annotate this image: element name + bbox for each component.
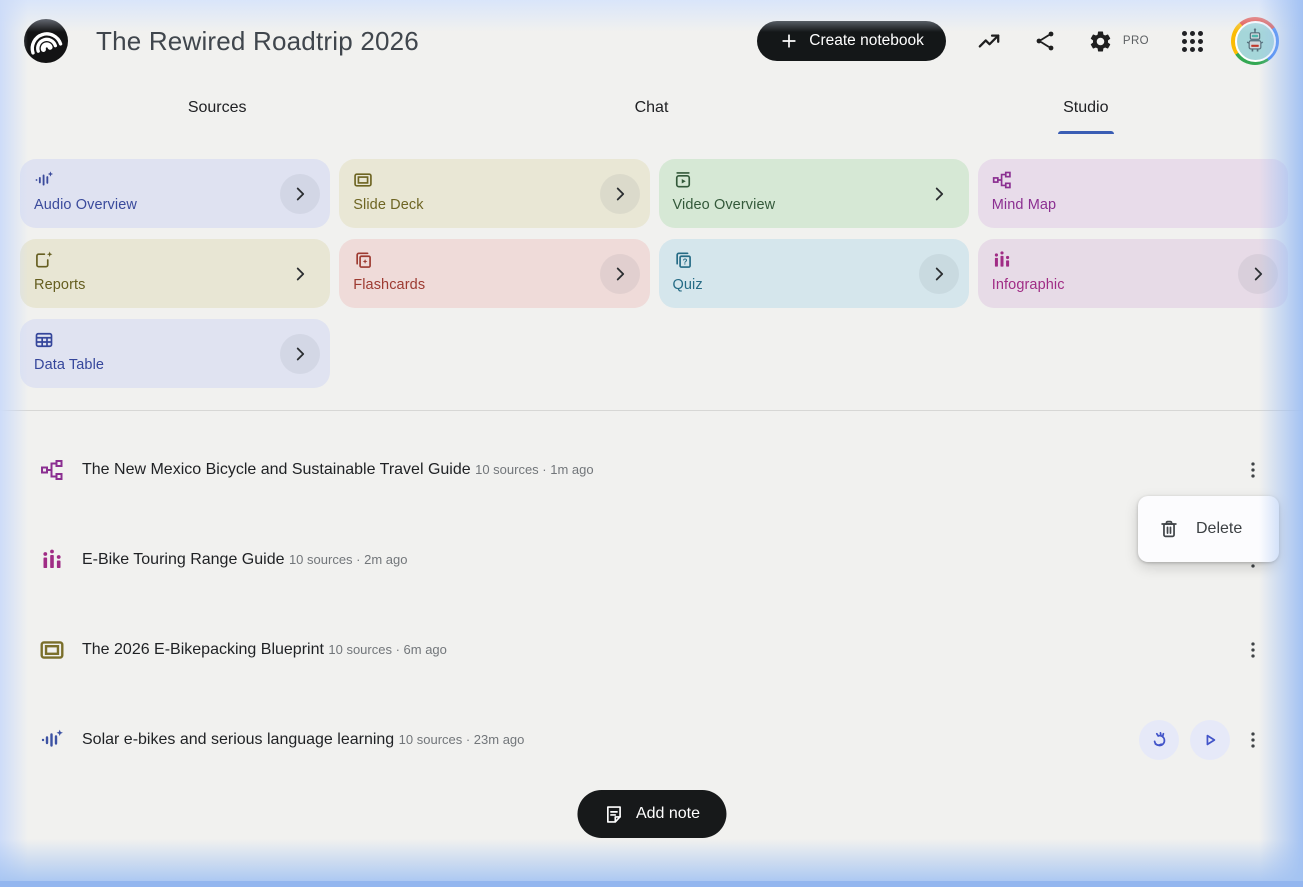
- create-notebook-label: Create notebook: [809, 32, 924, 49]
- artifact-title: The 2026 E-Bikepacking Blueprint: [82, 641, 324, 658]
- studio-tool-reports[interactable]: Reports: [20, 239, 331, 308]
- studio-tool-mind-map[interactable]: Mind Map: [977, 159, 1288, 228]
- add-note-label: Add note: [635, 805, 701, 822]
- waving-hand-icon: [1148, 729, 1170, 751]
- menu-item-label: Delete: [1196, 520, 1243, 537]
- app-header: The Rewired Roadtrip 2026 Create noteboo…: [0, 0, 1303, 82]
- tab-studio[interactable]: Studio: [869, 82, 1303, 134]
- trending-up-icon[interactable]: [976, 28, 1002, 54]
- play-audio-button[interactable]: [1190, 720, 1230, 760]
- artifact-meta: 10 sources · 6m ago: [328, 642, 447, 657]
- slide-deck-icon: [40, 637, 64, 663]
- tab-chat[interactable]: Chat: [434, 82, 868, 134]
- studio-tool-slide-deck[interactable]: Slide Deck: [339, 159, 650, 228]
- svg-text:?: ?: [682, 258, 687, 267]
- chevron-right-icon[interactable]: [919, 174, 959, 214]
- audio-waveform-sparkle-icon: [40, 728, 64, 752]
- section-divider: [0, 410, 1303, 411]
- chevron-right-icon[interactable]: [280, 173, 321, 214]
- artifact-title: The New Mexico Bicycle and Sustainable T…: [82, 461, 471, 478]
- studio-tool-label: Slide Deck: [353, 197, 424, 213]
- context-menu: Delete: [1138, 496, 1279, 562]
- studio-tool-video-overview[interactable]: Video Overview: [658, 159, 969, 228]
- mind-map-icon: [992, 170, 1012, 190]
- studio-tool-quiz[interactable]: ? Quiz: [658, 239, 969, 308]
- report-sparkle-icon: [34, 250, 54, 270]
- studio-tool-label: Data Table: [34, 357, 105, 373]
- video-overview-icon: [673, 170, 693, 190]
- studio-tool-flashcards[interactable]: Flashcards: [339, 239, 650, 308]
- avatar-robot-image: [1234, 20, 1276, 62]
- infographic-bars-icon: [40, 548, 64, 572]
- chevron-right-icon[interactable]: [599, 173, 640, 214]
- chevron-right-icon[interactable]: [1238, 253, 1278, 294]
- infographic-bars-icon: [992, 250, 1012, 270]
- studio-tool-data-table[interactable]: Data Table: [20, 319, 331, 388]
- studio-tool-infographic[interactable]: Infographic: [977, 239, 1288, 308]
- share-icon[interactable]: [1032, 28, 1058, 54]
- note-icon: [603, 804, 624, 825]
- studio-tool-label: Infographic: [991, 277, 1065, 293]
- main-tabs: Sources Chat Studio: [0, 82, 1303, 134]
- artifact-title: Solar e-bikes and serious language learn…: [82, 731, 395, 748]
- studio-tools-grid: Audio Overview Slide Deck Video Overview: [20, 159, 1288, 388]
- menu-item-delete[interactable]: Delete: [1138, 506, 1279, 552]
- artifact-meta: 10 sources · 23m ago: [398, 732, 525, 747]
- studio-tool-label: Audio Overview: [34, 197, 137, 213]
- studio-tool-label: Video Overview: [672, 197, 776, 213]
- chevron-right-icon[interactable]: [280, 254, 320, 294]
- active-tab-underline: [1057, 131, 1114, 134]
- artifact-row-mind-map[interactable]: The New Mexico Bicycle and Sustainable T…: [0, 425, 1303, 515]
- notebooklm-logo-icon[interactable]: [24, 19, 68, 63]
- slide-deck-icon: [353, 170, 373, 190]
- studio-tool-label: Mind Map: [991, 197, 1057, 213]
- more-options-icon[interactable]: [1241, 458, 1265, 482]
- artifact-meta: 10 sources · 2m ago: [288, 552, 408, 567]
- create-notebook-button[interactable]: Create notebook: [757, 21, 946, 61]
- gear-icon[interactable]: [1088, 28, 1114, 54]
- plus-icon: [779, 31, 799, 51]
- studio-tool-label: Reports: [34, 277, 86, 293]
- more-options-icon[interactable]: [1241, 638, 1265, 662]
- data-table-icon: [34, 330, 54, 350]
- interactive-mode-button[interactable]: [1139, 720, 1179, 760]
- chevron-right-icon[interactable]: [280, 333, 321, 374]
- chevron-right-icon[interactable]: [599, 253, 640, 294]
- studio-tool-label: Flashcards: [353, 277, 426, 293]
- quiz-cards-icon: ?: [673, 250, 693, 270]
- edge-glow-bottom-strip: [0, 881, 1303, 887]
- tab-sources[interactable]: Sources: [0, 82, 434, 134]
- more-options-icon[interactable]: [1241, 728, 1265, 752]
- audio-waveform-sparkle-icon: [34, 170, 54, 190]
- chevron-right-icon[interactable]: [918, 253, 959, 294]
- pro-badge: PRO: [1122, 35, 1149, 47]
- studio-tool-label: Quiz: [672, 277, 703, 293]
- artifact-list: The New Mexico Bicycle and Sustainable T…: [0, 425, 1303, 785]
- studio-tool-audio-overview[interactable]: Audio Overview: [20, 159, 331, 228]
- edge-glow-bottom: [0, 839, 1303, 887]
- artifact-row-infographic[interactable]: E-Bike Touring Range Guide 10 sources · …: [0, 515, 1303, 605]
- play-icon: [1199, 729, 1221, 751]
- mind-map-icon: [40, 458, 64, 482]
- notebook-title[interactable]: The Rewired Roadtrip 2026: [96, 26, 419, 57]
- apps-grid-icon[interactable]: [1179, 28, 1205, 54]
- add-note-button[interactable]: Add note: [576, 790, 727, 838]
- artifact-row-slide-deck[interactable]: The 2026 E-Bikepacking Blueprint 10 sour…: [0, 605, 1303, 695]
- artifact-row-audio-overview[interactable]: Solar e-bikes and serious language learn…: [0, 695, 1303, 785]
- flashcards-star-icon: [353, 250, 373, 270]
- trash-icon: [1158, 518, 1180, 540]
- artifact-title: E-Bike Touring Range Guide: [82, 551, 285, 568]
- artifact-meta: 10 sources · 1m ago: [475, 462, 594, 477]
- user-avatar[interactable]: [1231, 17, 1279, 65]
